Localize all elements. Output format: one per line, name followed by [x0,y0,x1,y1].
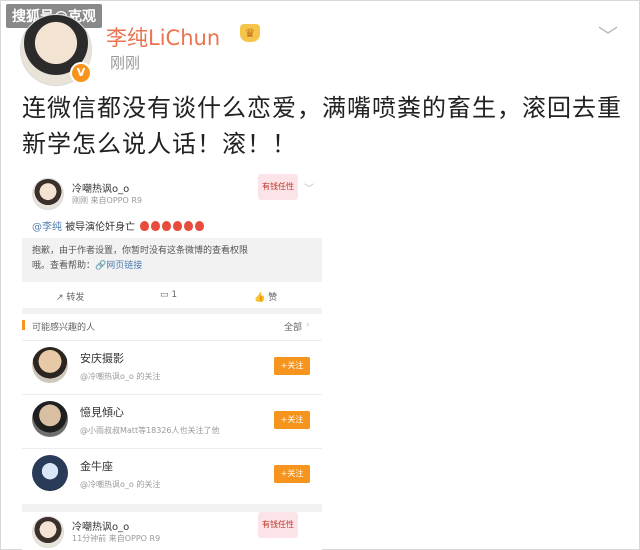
repost-button[interactable]: ↗ 转发 [56,290,84,303]
avatar[interactable] [32,401,68,437]
embedded-meta: 刚刚 来自OPPO R9 [72,196,142,205]
embedded-author[interactable]: 冷嘲热讽o_o [72,518,129,533]
suggestion-sub: @冷嘲热讽o_o 的关注 [80,480,161,489]
follow-button[interactable]: +关注 [274,411,310,429]
action-bar: ↗ 转发 ▭ 1 👍 赞 [22,286,322,306]
avatar[interactable] [32,455,68,491]
suggestions-all-link[interactable]: 全部 [284,320,302,333]
candle-icon [173,221,183,231]
post-text: 连微信都没有谈什么恋爱，满嘴喷粪的畜生，滚回去重新学怎么说人话！滚！！ [22,94,622,158]
comment-icon: ▭ [160,290,169,300]
follow-button[interactable]: +关注 [274,465,310,483]
candle-icon [162,221,172,231]
divider [22,504,322,512]
post-time: 刚刚 [110,54,141,72]
crown-icon: ♛ [240,24,260,42]
notice-line: 哦。查看帮助： [32,261,96,271]
mention-link[interactable]: @李纯 [32,222,62,233]
embedded-author[interactable]: 冷嘲热讽o_o [72,180,129,195]
badge-card: 有钱任性 [258,512,298,538]
link-icon: 🔗 [95,261,107,271]
follow-button[interactable]: +关注 [274,357,310,375]
chevron-down-icon[interactable]: ﹀ [598,20,618,49]
suggestion-sub: @冷嘲热讽o_o 的关注 [80,372,161,381]
chevron-down-icon[interactable]: ﹀ [304,180,314,195]
embedded-meta: 11分钟前 来自OPPO R9 [72,534,161,543]
like-label: 赞 [268,293,278,303]
suggestion-sub: @小雨叔叔Matt等18326人也关注了他 [80,426,220,435]
list-item[interactable]: 金牛座 @冷嘲热讽o_o 的关注 +关注 [22,448,322,503]
comment-button[interactable]: ▭ 1 [160,290,177,300]
like-button[interactable]: 👍 赞 [254,290,277,303]
candle-icon [195,221,205,231]
embedded-screenshot: 冷嘲热讽o_o 刚刚 来自OPPO R9 有钱任性 ﹀ @李纯 被导演伦奸身亡 … [22,168,322,550]
divider [22,308,322,314]
permission-notice: 抱歉，由于作者设置，你暂时没有这条微博的查看权限 哦。查看帮助：🔗网页链接 [22,238,322,282]
notice-line: 抱歉，由于作者设置，你暂时没有这条微博的查看权限 [32,246,249,256]
avatar[interactable] [32,178,64,210]
thumbs-up-icon: 👍 [254,293,266,303]
candle-icon [184,221,194,231]
avatar[interactable] [32,516,64,548]
suggestion-name[interactable]: 憶見傾心 [80,404,124,420]
list-item[interactable]: 憶見傾心 @小雨叔叔Matt等18326人也关注了他 +关注 [22,394,322,449]
verified-badge-icon: V [70,62,92,84]
embedded-body-text: 被导演伦奸身亡 [65,222,136,233]
suggestion-name[interactable]: 金牛座 [80,458,113,474]
comment-count: 1 [171,290,178,300]
accent-bar [22,320,25,330]
chevron-right-icon: › [306,320,310,330]
post-author[interactable]: 李纯LiChun [106,22,220,52]
candle-icon [140,221,150,231]
list-item[interactable]: 安庆摄影 @冷嘲热讽o_o 的关注 +关注 [22,340,322,395]
suggestion-name[interactable]: 安庆摄影 [80,350,124,366]
candle-icon [151,221,161,231]
suggestions-title: 可能感兴趣的人 [32,323,96,333]
badge-card: 有钱任性 [258,174,298,200]
embedded-body: @李纯 被导演伦奸身亡 [32,218,205,233]
avatar[interactable] [32,347,68,383]
repost-label: 转发 [66,293,85,303]
help-link[interactable]: 网页链接 [106,261,142,271]
repost-icon: ↗ [56,293,64,303]
